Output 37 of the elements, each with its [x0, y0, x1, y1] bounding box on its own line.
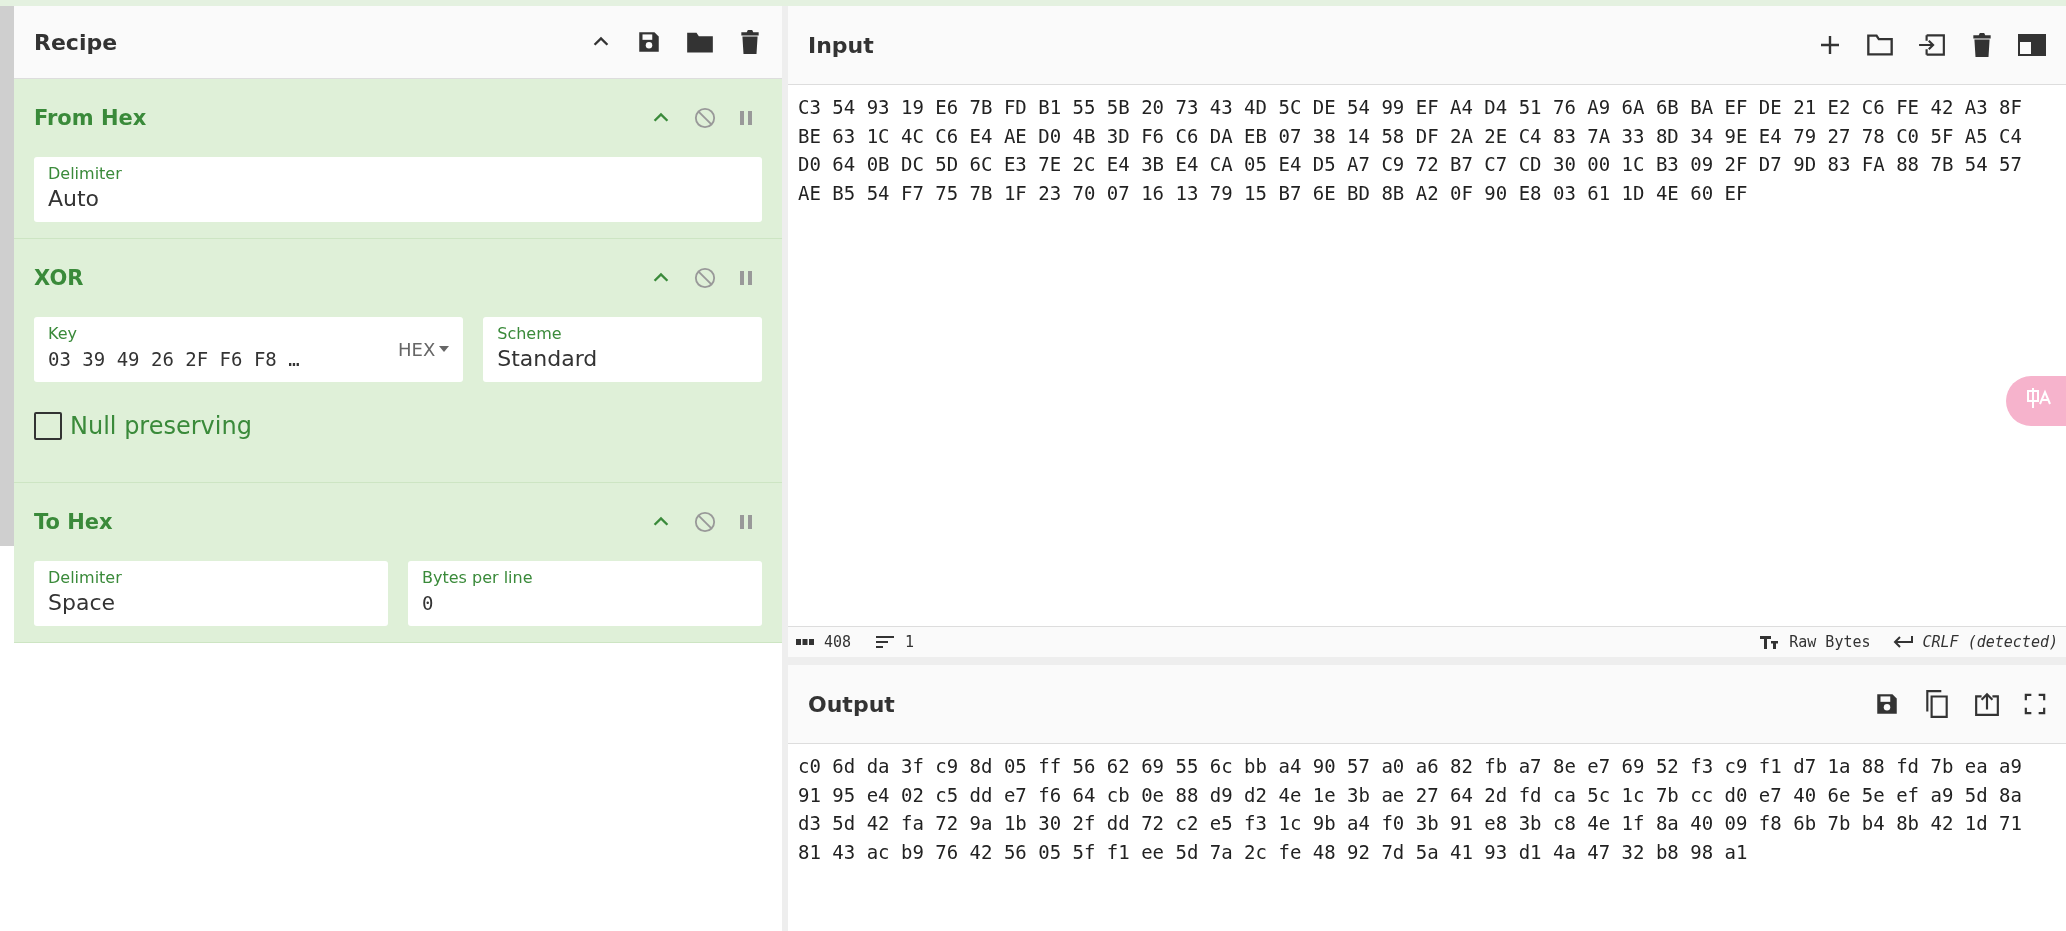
operation-title: To Hex — [34, 510, 114, 534]
return-icon — [1892, 635, 1913, 649]
option-field[interactable]: Delimiter Auto — [34, 157, 762, 222]
recipe-title: Recipe — [34, 29, 119, 55]
length-icon — [796, 638, 814, 646]
save-icon[interactable] — [636, 29, 662, 55]
line-ending-label[interactable]: CRLF (detected) — [1922, 633, 2058, 651]
operation-title: From Hex — [34, 106, 148, 130]
output-text-area[interactable]: c0 6d da 3f c9 8d 05 ff 56 62 69 55 6c bb a4 90 57 a0 a6 82 fb a7 8e e7 69 52 f3 c9 f1 d7 1a 88 fd 7b ea a9 91 95 e4 02 c5 dd e7 f6 64 cb 0e 88 d9 d2 4e 1e 3b ae 27 64 2d fd ca 5c 1c 7b cc d0 e7 40 6e 5e ef a9 5d 8a d3 5d 42 fa 72 9a 1b 30 2f dd 72 c2 e5 f3 1c 9b a4 f0 3b 91 e8 3b c8 4e 1f 8a 40 09 f8 6b 7b b4 8b 42 1d 71 81 43 ac b9 76 42 56 05 5f f1 ee 5d 7a 2c fe 48 92 7d 5a 41 93 d1 4a 47 32 b8 98 a1 — [788, 744, 2066, 931]
option-field[interactable]: Scheme Standard — [483, 317, 762, 382]
pane-title: Output — [808, 691, 896, 717]
character-count: 408 — [824, 633, 852, 651]
checkbox-label[interactable]: Null preserving — [70, 412, 252, 440]
save-icon[interactable] — [1874, 691, 1900, 717]
delete-icon[interactable] — [738, 29, 762, 55]
layout-icon[interactable] — [2018, 33, 2046, 57]
encoding-label[interactable]: Raw Bytes — [1789, 633, 1871, 651]
copy-icon[interactable] — [1924, 690, 1950, 718]
font-icon — [1759, 634, 1780, 650]
delete-icon[interactable] — [1970, 32, 1994, 58]
operation-title: XOR — [34, 266, 85, 290]
import-icon[interactable] — [1918, 32, 1946, 58]
line-count: 1 — [905, 633, 915, 651]
input-text-area[interactable]: C3 54 93 19 E6 7B FD B1 55 5B 20 73 43 4D 5C DE 54 99 EF A4 D4 51 76 A9 6A 6B BA EF DE 21 E2 C6 FE 42 A3 8F BE 63 1C 4C C6 E4 AE D0 4B 3D F6 C6 DA EB 07 38 14 58 DF 2A 2E C4 83 7A 33 8D 34 9E E4 79 27 78 C0 5F A5 C4 D0 64 0B DC 5D 6C E3 7E 2C E4 3B E4 CA 05 E4 D5 A7 C9 72 B7 C7 CD 30 00 1C B3 09 2F D7 9D 83 FA 88 7B 54 57 AE B5 54 F7 75 7B 1F 23 70 07 16 13 79 15 B7 6E BD 8B A2 0F 90 E8 03 61 1D 4E 60 EF — [788, 85, 2066, 626]
add-icon[interactable] — [1818, 33, 1842, 57]
checkbox[interactable] — [34, 412, 62, 440]
lines-icon — [875, 634, 896, 650]
option-field[interactable]: Delimiter Space — [34, 561, 388, 626]
folder-icon[interactable] — [1866, 32, 1894, 58]
option-field[interactable]: Bytes per line 0 — [408, 561, 762, 626]
pane-title: Input — [808, 32, 875, 58]
upload-icon[interactable] — [1974, 691, 2000, 717]
scrollbar[interactable] — [0, 6, 14, 546]
caret-icon — [439, 346, 450, 352]
fullscreen-icon[interactable] — [2024, 693, 2046, 715]
format-dropdown[interactable]: HEX — [398, 338, 450, 360]
option-field[interactable]: Key 03 39 49 26 2F F6 F8 … HEX — [34, 317, 464, 382]
